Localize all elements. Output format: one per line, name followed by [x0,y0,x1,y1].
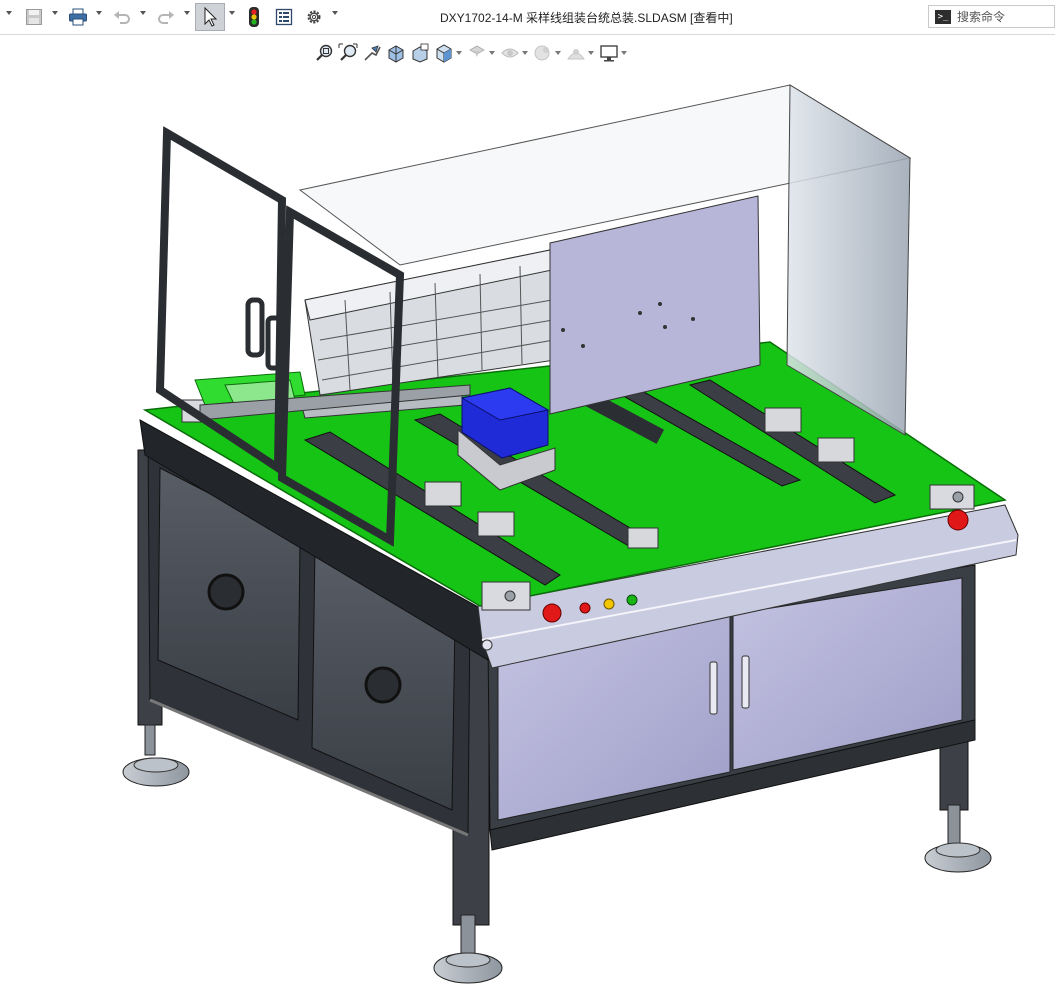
redo-chevron-down-icon[interactable] [184,11,190,15]
save-button[interactable] [22,5,46,29]
rebuild-button[interactable] [244,5,264,29]
print-button[interactable] [66,5,90,29]
new-menu-chevron-down-icon[interactable] [6,11,12,15]
select-button[interactable] [195,3,225,31]
file-properties-icon [275,8,293,26]
gear-icon [307,10,321,24]
save-icon [26,9,42,25]
yellow-indicator-button [603,598,615,610]
redo-button[interactable] [154,5,178,29]
emergency-stop-button [542,603,562,623]
select-chevron-down-icon[interactable] [229,11,235,15]
title-bar: DXY1702-14-M 采样线组装台统总装.SLDASM [查看中] >_ [0,0,1055,35]
right-emergency-stop-button [947,509,969,531]
print-icon [69,8,87,26]
options-chevron-down-icon[interactable] [332,11,338,15]
command-prompt-icon: >_ [935,9,951,24]
redo-icon [158,11,174,24]
options-button[interactable] [302,5,326,29]
file-properties-button[interactable] [272,5,296,29]
cursor-icon [204,6,218,27]
search-commands-input[interactable] [957,9,1047,24]
green-indicator-button [626,594,638,606]
undo-chevron-down-icon[interactable] [140,11,146,15]
search-commands-box[interactable]: >_ [928,5,1055,28]
save-chevron-down-icon[interactable] [52,11,58,15]
assembly-model [122,84,1019,984]
graphics-viewport[interactable] [0,35,1055,992]
undo-icon [114,11,130,24]
red-indicator-button [579,602,591,614]
print-chevron-down-icon[interactable] [96,11,102,15]
document-title: DXY1702-14-M 采样线组装台统总装.SLDASM [查看中] [440,11,733,25]
traffic-light-icon [249,7,259,27]
undo-button[interactable] [110,5,134,29]
